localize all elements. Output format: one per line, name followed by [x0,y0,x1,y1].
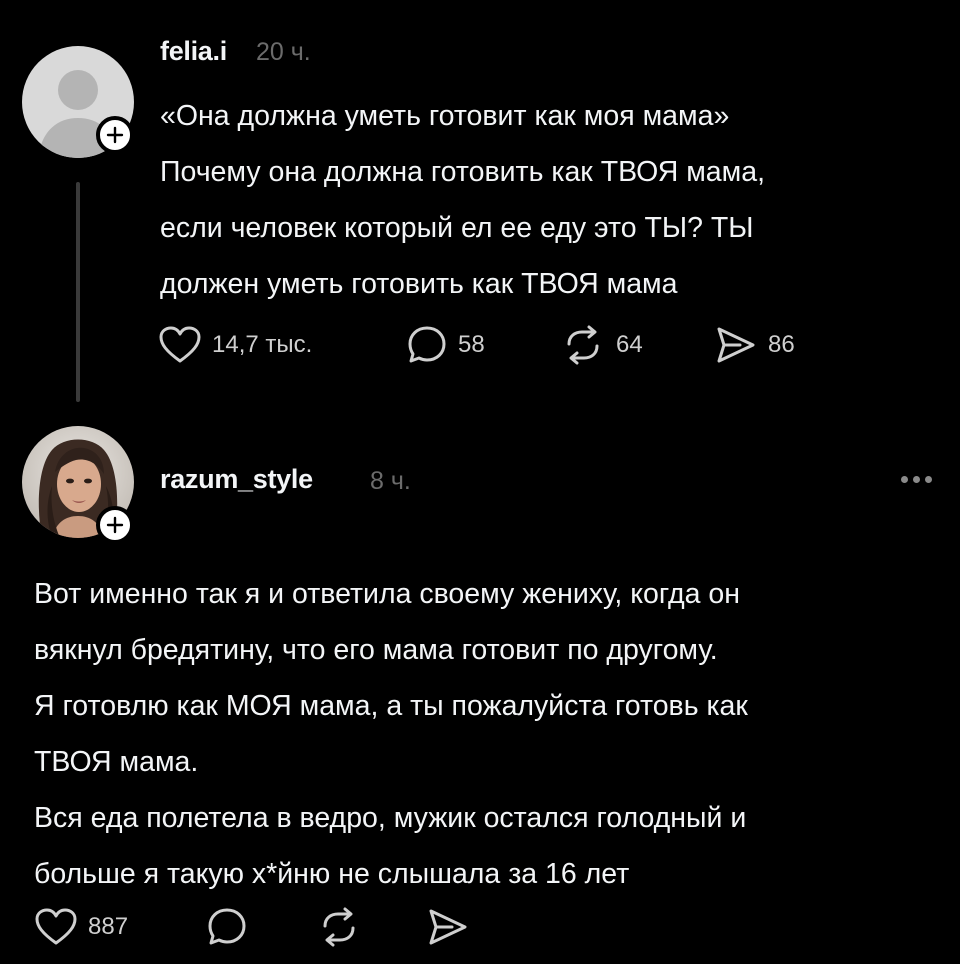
username[interactable]: razum_style [160,464,313,495]
post-text-line: больше я такую х*йню не слышала за 16 ле… [34,858,630,890]
post-text-line: Вся еда полетела в ведро, мужик остался … [34,802,747,834]
more-icon [913,476,920,483]
repost-icon [323,907,355,947]
post-text-line: вякнул бредятину, что его мама готовит п… [34,634,718,666]
post-text-line: Я готовлю как МОЯ мама, а ты пожалуйста … [34,690,748,722]
heart-icon [35,908,77,945]
share-button[interactable] [426,906,470,948]
post-text: Вот именно так я и ответила своему жених… [34,566,944,902]
comment-button[interactable] [206,906,316,948]
post-razum-style: razum_style 8 ч. Вот именно так я и отве… [0,0,960,964]
share-icon [429,909,467,945]
post-text-line: ТВОЯ мама. [34,746,199,778]
post-text-line: Вот именно так я и ответила своему жених… [34,578,741,610]
like-button[interactable]: 887 [34,907,206,947]
post-time: 8 ч. [370,467,411,495]
repost-button[interactable] [316,906,426,948]
action-bar: 887 [34,906,470,948]
comment-icon [208,908,246,945]
more-icon [901,476,908,483]
more-options-button[interactable] [901,476,932,483]
like-count: 887 [88,913,129,940]
follow-button-razum-style[interactable] [96,506,134,544]
more-icon [925,476,932,483]
plus-icon [106,516,124,534]
